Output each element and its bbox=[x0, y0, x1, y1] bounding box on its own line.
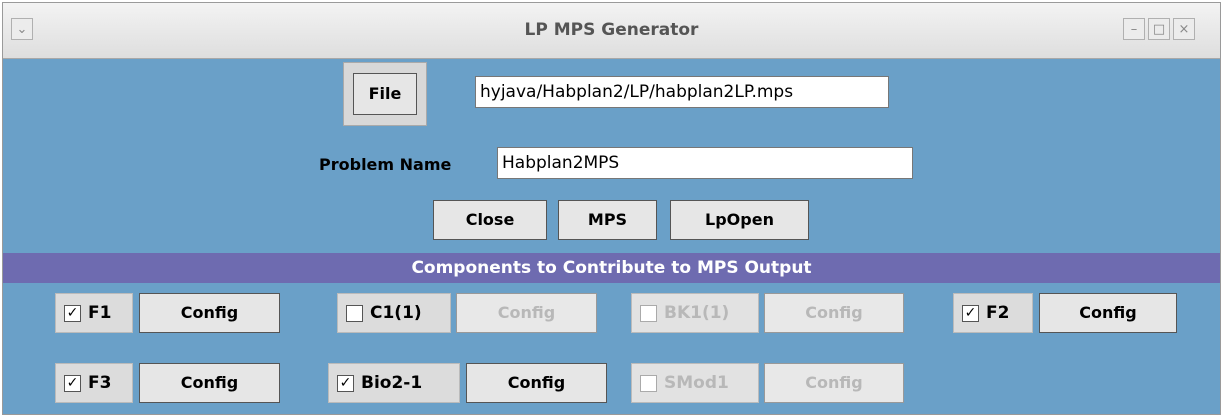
config-button-f1[interactable]: Config bbox=[139, 293, 280, 333]
checkbox-unchecked-icon bbox=[640, 304, 657, 322]
minimize-icon[interactable]: – bbox=[1123, 18, 1145, 40]
checkbox-label: F2 bbox=[986, 303, 1010, 323]
config-button-bio2-1[interactable]: Config bbox=[466, 363, 607, 403]
checkbox-f2[interactable]: ✓ F2 bbox=[953, 293, 1033, 333]
config-button-f2[interactable]: Config bbox=[1039, 293, 1177, 333]
checkbox-unchecked-icon bbox=[640, 374, 657, 392]
close-icon[interactable]: × bbox=[1173, 18, 1195, 40]
checkbox-unchecked-icon bbox=[346, 304, 363, 322]
problem-name-label: Problem Name bbox=[319, 155, 452, 174]
checkbox-label: F1 bbox=[88, 303, 112, 323]
checkbox-label: BK1(1) bbox=[664, 303, 730, 323]
checkbox-bio2-1[interactable]: ✓ Bio2-1 bbox=[328, 363, 460, 403]
checkbox-f3[interactable]: ✓ F3 bbox=[55, 363, 133, 403]
window-title: LP MPS Generator bbox=[524, 20, 699, 40]
file-path-field[interactable]: hyjava/Habplan2/LP/habplan2LP.mps bbox=[475, 76, 889, 108]
lpopen-button[interactable]: LpOpen bbox=[670, 200, 809, 240]
checkbox-label: F3 bbox=[88, 373, 112, 393]
problem-name-field[interactable]: Habplan2MPS bbox=[497, 147, 913, 179]
file-button[interactable]: File bbox=[353, 73, 417, 115]
main-panel: File hyjava/Habplan2/LP/habplan2LP.mps P… bbox=[3, 59, 1220, 414]
checkbox-label: Bio2-1 bbox=[361, 373, 423, 393]
checkbox-f1[interactable]: ✓ F1 bbox=[55, 293, 133, 333]
title-bar: ⌄ LP MPS Generator – □ × bbox=[3, 3, 1220, 59]
config-button-f3[interactable]: Config bbox=[139, 363, 280, 403]
checkbox-checked-icon: ✓ bbox=[962, 304, 979, 322]
config-button-bk1: Config bbox=[764, 293, 904, 333]
checkbox-checked-icon: ✓ bbox=[337, 374, 354, 392]
checkbox-c1[interactable]: C1(1) bbox=[337, 293, 451, 333]
checkbox-label: SMod1 bbox=[664, 373, 729, 393]
config-button-c1: Config bbox=[456, 293, 597, 333]
checkbox-checked-icon: ✓ bbox=[64, 374, 81, 392]
checkbox-bk1: BK1(1) bbox=[631, 293, 759, 333]
config-button-smod1: Config bbox=[764, 363, 904, 403]
file-button-frame: File bbox=[343, 62, 427, 126]
checkbox-checked-icon: ✓ bbox=[64, 304, 81, 322]
checkbox-label: C1(1) bbox=[370, 303, 422, 323]
maximize-icon[interactable]: □ bbox=[1148, 18, 1170, 40]
lp-mps-generator-window: ⌄ LP MPS Generator – □ × File hyjava/Hab… bbox=[2, 2, 1221, 415]
mps-button[interactable]: MPS bbox=[558, 200, 657, 240]
close-button[interactable]: Close bbox=[433, 200, 547, 240]
checkbox-smod1: SMod1 bbox=[631, 363, 759, 403]
components-section-title: Components to Contribute to MPS Output bbox=[3, 253, 1220, 283]
